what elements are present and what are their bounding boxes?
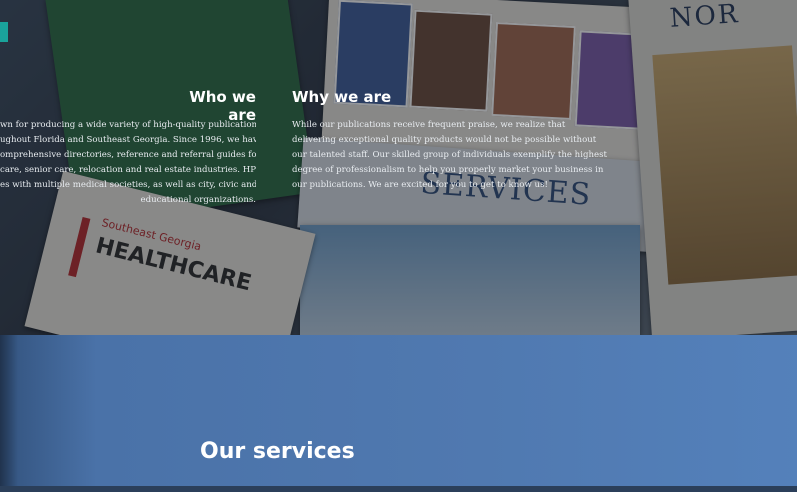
who-line: wn for producing a wide variety of high-… (0, 120, 256, 130)
why-line: our talented staff. Our skilled group of… (292, 150, 607, 160)
why-we-are-text: While our publications receive frequent … (292, 118, 612, 193)
who-line: care, senior care, relocation and real e… (0, 165, 256, 175)
page: SERVICES NOR Southeast Georgia HEALTHCAR… (0, 0, 805, 492)
services-bottom-strip (0, 486, 805, 492)
why-line: delivering exceptional quality products … (292, 135, 597, 145)
why-line: our publications. We are excited for you… (292, 180, 548, 190)
why-we-are-heading: Why we are (292, 88, 392, 106)
teal-accent-tab[interactable] (0, 22, 8, 42)
services-left-shadow (0, 335, 18, 492)
services-heading: Our services (200, 439, 355, 464)
who-line: ughout Florida and Southeast Georgia. Si… (0, 135, 256, 145)
services-section (0, 335, 805, 492)
who-we-are-text: wn for producing a wide variety of high-… (0, 118, 256, 208)
who-line: omprehensive directories, reference and … (0, 150, 256, 160)
right-edge-border (797, 0, 805, 492)
who-line: educational organizations. (140, 195, 256, 205)
who-line: es with multiple medical societies, as w… (0, 180, 256, 190)
why-line: degree of professionalism to help you pr… (292, 165, 604, 175)
why-line: While our publications receive frequent … (292, 120, 566, 130)
